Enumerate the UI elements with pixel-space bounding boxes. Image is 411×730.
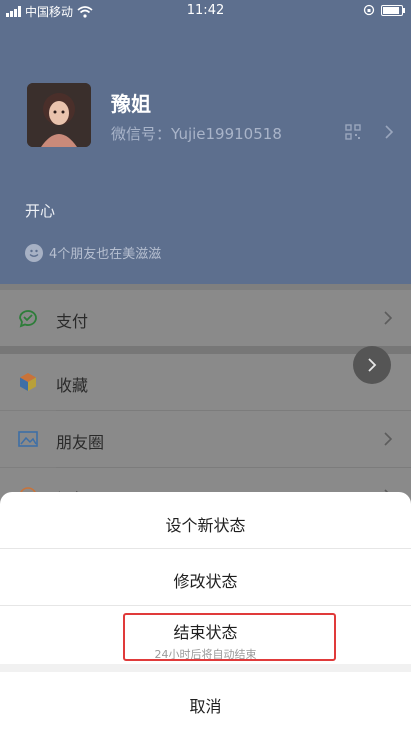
highlight-box: [123, 613, 336, 661]
status-bar: 中国移动 11:42: [0, 0, 411, 22]
profile-chevron-icon[interactable]: [384, 124, 394, 140]
chevron-right-icon: [384, 311, 393, 325]
menu-item-pay[interactable]: 支付: [0, 290, 411, 346]
pay-label: 支付: [56, 312, 89, 331]
friends-status-text: 4个朋友也在美滋滋: [49, 247, 162, 262]
modify-status-button[interactable]: 修改状态: [0, 549, 411, 605]
set-new-status-button[interactable]: 设个新状态: [0, 492, 411, 548]
next-arrow-button[interactable]: [353, 346, 391, 384]
moments-label: 朋友圈: [56, 433, 105, 452]
battery-icon: [381, 4, 405, 16]
pay-icon: [19, 310, 37, 328]
sheet-gap: [0, 664, 411, 672]
profile-header: 豫姐 微信号：Yujie19910518 开心 4个朋友也在美滋滋: [0, 0, 411, 284]
cancel-label: 取消: [189, 697, 222, 716]
status-action-sheet: 设个新状态 修改状态 结束状态 24小时后将自动结束 取消: [0, 492, 411, 730]
clock: 11:42: [186, 3, 225, 18]
moments-image-icon: [18, 431, 38, 447]
avatar[interactable]: [27, 83, 91, 147]
smile-icon: [25, 243, 43, 262]
qr-code-icon[interactable]: [345, 124, 361, 140]
page: 豫姐 微信号：Yujie19910518 开心 4个朋友也在美滋滋 中国移动 1…: [0, 0, 411, 730]
modify-status-label: 修改状态: [173, 572, 238, 591]
favorites-label: 收藏: [56, 376, 89, 395]
friends-status-row[interactable]: 4个朋友也在美滋滋: [25, 243, 161, 262]
profile-name: 豫姐: [111, 92, 151, 116]
set-new-status-label: 设个新状态: [165, 516, 246, 535]
favorites-cube-icon: [20, 373, 36, 391]
chevron-right-icon: [368, 358, 377, 372]
wechat-id: 微信号：Yujie19910518: [111, 125, 282, 143]
chevron-right-icon: [384, 432, 393, 446]
user-status: 开心: [25, 202, 56, 220]
section-separator: [0, 346, 411, 354]
orientation-lock-icon: [363, 4, 375, 16]
menu-item-favorites[interactable]: 收藏: [0, 354, 411, 410]
menu-item-moments[interactable]: 朋友圈: [0, 411, 411, 467]
cancel-button[interactable]: 取消: [0, 672, 411, 728]
